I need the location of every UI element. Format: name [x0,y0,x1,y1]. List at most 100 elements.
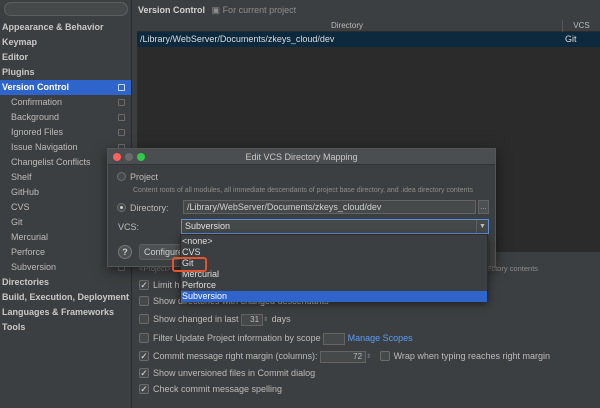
sidebar-item-label: Git [11,217,23,227]
sidebar-item-label: Background [11,112,60,122]
sidebar-item-label: Tools [2,322,26,332]
sidebar-item-label: Appearance & Behavior [2,22,104,32]
days-label: days [271,314,291,324]
vcs-label: VCS: [118,222,140,232]
project-radio[interactable] [117,172,126,181]
directory-field[interactable]: /Library/WebServer/Documents/zkeys_cloud… [183,200,476,214]
commit-margin-checkbox[interactable]: ✓ [139,350,149,361]
zoom-window-icon[interactable] [137,153,145,161]
sidebar-item-plugins[interactable]: Plugins [0,65,131,80]
sidebar-item-label: Version Control [2,82,70,92]
panel-header: Version Control ▣ For current project [138,3,296,17]
show-changed-checkbox[interactable] [139,313,149,324]
sidebar-item-version-control[interactable]: Version Control [0,80,131,95]
scope-select[interactable] [323,332,346,345]
limit-history-checkbox[interactable]: ✓ [139,279,149,290]
table-header: Directory VCS [137,20,600,32]
wrap-typing-label: Wrap when typing reaches right margin [393,351,550,361]
limit-history-label: Limit hi [153,280,182,290]
sidebar-item-tools[interactable]: Tools [0,320,131,335]
check-spelling-checkbox[interactable]: ✓ [139,383,149,394]
show-unversioned-label: Show unversioned files in Commit dialog [153,368,316,378]
project-scope-icon [118,129,125,136]
vcs-select[interactable]: Subversion ▼ [181,219,489,234]
sidebar-item-label: Issue Navigation [11,142,78,152]
sidebar-item-label: Languages & Frameworks [2,307,115,317]
check-spelling-label: Check commit message spelling [153,384,283,394]
vcs-option-mercurial[interactable]: Mercurial [181,269,487,280]
browse-button[interactable]: ... [478,200,489,214]
minimize-window-icon[interactable] [125,153,133,161]
sidebar-item-label: Directories [2,277,50,287]
sidebar-item-editor[interactable]: Editor [0,50,131,65]
project-scope-icon [118,84,125,91]
dialog-titlebar: Edit VCS Directory Mapping [108,149,495,165]
dialog-title: Edit VCS Directory Mapping [245,152,358,162]
vcs-selected-value: Subversion [185,221,231,231]
manage-scopes-link[interactable]: Manage Scopes [348,333,413,343]
sidebar-item-label: Confirmation [11,97,63,107]
sidebar-item-languages-frameworks[interactable]: Languages & Frameworks [0,305,131,320]
project-scope-icon [118,99,125,106]
vcs-option-none[interactable]: <none> [181,236,487,247]
sidebar-item-ignored-files[interactable]: Ignored Files [0,125,131,140]
project-icon: ▣ [211,5,221,15]
sidebar-item-label: Mercurial [11,232,49,242]
margin-spinner-icon[interactable]: ⇕ [366,350,372,364]
sidebar-item-build-execution-deployment[interactable]: Build, Execution, Deployment [0,290,131,305]
sidebar-item-label: GitHub [11,187,40,197]
chevron-down-icon[interactable]: ▼ [476,220,488,233]
page-title: Version Control [138,5,206,15]
sidebar-item-label: Subversion [11,262,57,272]
close-window-icon[interactable] [113,153,121,161]
commit-margin-input[interactable]: 72 [320,350,367,363]
show-changed-label: Show changed in last [153,314,239,324]
project-scope-icon [118,114,125,121]
show-directories-checkbox[interactable] [139,295,149,306]
limit-history-option[interactable]: ✓ Limit hi [139,278,182,292]
sidebar-item-keymap[interactable]: Keymap [0,35,131,50]
sidebar-item-appearance-behavior[interactable]: Appearance & Behavior [0,20,131,35]
row-vcs-cell: Git [565,34,577,44]
column-header-directory[interactable]: Directory [137,20,557,32]
filter-update-label: Filter Update Project information by sco… [153,333,321,343]
row-directory-cell: /Library/WebServer/Documents/zkeys_cloud… [140,34,335,44]
sidebar-item-label: Keymap [2,37,38,47]
vcs-option-subversion[interactable]: Subversion [181,291,487,302]
wrap-typing-checkbox[interactable] [379,350,390,361]
days-spinner-icon[interactable]: ⇕ [263,313,269,327]
git-highlight-callout [172,257,207,272]
filter-update-option[interactable]: Filter Update Project information by sco… [139,331,413,345]
sidebar-item-label: Build, Execution, Deployment [2,292,130,302]
sidebar-item-label: Shelf [11,172,32,182]
sidebar-item-label: Ignored Files [11,127,64,137]
sidebar-item-label: CVS [11,202,30,212]
check-spelling-option[interactable]: ✓ Check commit message spelling [139,382,282,396]
commit-margin-option[interactable]: ✓ Commit message right margin (columns): … [139,349,550,363]
show-changed-days-input[interactable]: 31 [241,313,264,326]
column-header-vcs[interactable]: VCS [562,20,600,32]
sidebar-item-confirmation[interactable]: Confirmation [0,95,131,110]
sidebar-item-label: Editor [2,52,28,62]
commit-margin-label: Commit message right margin (columns): [153,351,318,361]
table-row[interactable]: /Library/WebServer/Documents/zkeys_cloud… [137,32,600,47]
vcs-dropdown-list: <none> CVS Git Mercurial Perforce Subversion [180,234,488,302]
settings-search-input[interactable] [4,2,128,16]
directory-radio-label[interactable]: Directory: [130,203,169,213]
project-radio-label[interactable]: Project [130,172,158,182]
sidebar-item-directories[interactable]: Directories [0,275,131,290]
sidebar-item-label: Changelist Conflicts [11,157,91,167]
filter-update-checkbox[interactable] [139,332,149,343]
sidebar-item-label: Perforce [11,247,46,257]
vcs-option-perforce[interactable]: Perforce [181,280,487,291]
vcs-option-git[interactable]: Git [181,258,487,269]
sidebar-item-label: Plugins [2,67,35,77]
show-unversioned-checkbox[interactable]: ✓ [139,367,149,378]
show-changed-option[interactable]: Show changed in last 31 ⇕ days [139,312,291,326]
vcs-option-cvs[interactable]: CVS [181,247,487,258]
help-button[interactable]: ? [118,245,132,259]
sidebar-item-background[interactable]: Background [0,110,131,125]
show-unversioned-option[interactable]: ✓ Show unversioned files in Commit dialog [139,366,315,380]
directory-radio[interactable] [117,203,126,212]
project-description: Content roots of all modules, all immedi… [133,187,473,194]
